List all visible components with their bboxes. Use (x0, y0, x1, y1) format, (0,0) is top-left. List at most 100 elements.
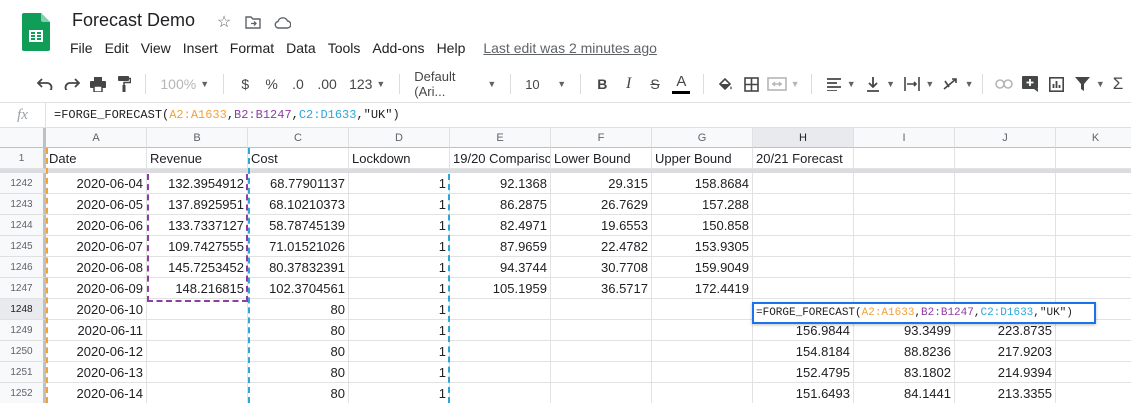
table-cell[interactable]: 80.37832391 (248, 257, 349, 278)
table-cell[interactable] (1056, 215, 1131, 236)
row-number[interactable]: 1244 (0, 215, 46, 236)
strikethrough-button[interactable]: S (644, 70, 666, 98)
table-cell[interactable]: 154.8184 (753, 341, 854, 362)
table-cell[interactable]: 1 (349, 194, 450, 215)
column-header[interactable]: D (349, 128, 450, 148)
table-cell[interactable] (652, 320, 753, 341)
move-to-folder-icon[interactable] (243, 12, 263, 32)
font-family-select[interactable]: Default (Ari... ▼ (408, 69, 502, 99)
column-header[interactable]: K (1056, 128, 1131, 148)
cloud-status-icon[interactable] (272, 12, 292, 32)
table-cell[interactable]: 2020-06-05 (46, 194, 147, 215)
fill-color-icon[interactable] (713, 70, 735, 98)
table-cell[interactable] (1056, 173, 1131, 194)
table-cell[interactable]: 80 (248, 362, 349, 383)
vertical-align-icon[interactable] (862, 70, 884, 98)
table-cell[interactable] (1056, 194, 1131, 215)
table-cell[interactable]: 86.2875 (450, 194, 551, 215)
table-cell[interactable] (147, 362, 248, 383)
table-cell[interactable] (450, 341, 551, 362)
table-cell[interactable]: 2020-06-06 (46, 215, 147, 236)
table-cell[interactable] (955, 194, 1056, 215)
row-number[interactable]: 1252 (0, 383, 46, 403)
menu-edit[interactable]: Edit (99, 40, 135, 56)
column-header[interactable]: E (450, 128, 551, 148)
table-cell[interactable]: 84.1441 (854, 383, 955, 403)
insert-chart-icon[interactable] (1045, 70, 1067, 98)
table-cell[interactable]: 1 (349, 383, 450, 403)
column-header[interactable]: A (46, 128, 147, 148)
table-cell[interactable]: 2020-06-10 (46, 299, 147, 320)
table-cell[interactable]: 133.7337127 (147, 215, 248, 236)
table-cell[interactable]: 1 (349, 236, 450, 257)
header-cell[interactable]: Lower Bound (551, 148, 652, 169)
table-cell[interactable]: 1 (349, 278, 450, 299)
table-cell[interactable]: 148.216815 (147, 278, 248, 299)
table-cell[interactable]: 105.1959 (450, 278, 551, 299)
table-cell[interactable] (551, 383, 652, 403)
active-cell-editor[interactable]: =FORGE_FORECAST(A2:A1633,B2:B1247,C2:D16… (752, 302, 1096, 324)
table-cell[interactable] (551, 299, 652, 320)
print-icon[interactable] (87, 70, 109, 98)
table-cell[interactable]: 2020-06-07 (46, 236, 147, 257)
table-cell[interactable] (753, 173, 854, 194)
document-title[interactable]: Forecast Demo (72, 10, 195, 31)
table-cell[interactable]: 68.10210373 (248, 194, 349, 215)
column-header[interactable]: H (753, 128, 854, 148)
font-size-select[interactable]: 10 ▼ (519, 70, 572, 98)
column-header[interactable]: I (854, 128, 955, 148)
table-cell[interactable] (854, 236, 955, 257)
bold-button[interactable]: B (591, 70, 613, 98)
menu-help[interactable]: Help (431, 40, 472, 56)
table-cell[interactable]: 152.4795 (753, 362, 854, 383)
table-cell[interactable]: 68.77901137 (248, 173, 349, 194)
column-header[interactable]: J (955, 128, 1056, 148)
menu-add-ons[interactable]: Add-ons (366, 40, 430, 56)
menu-insert[interactable]: Insert (177, 40, 224, 56)
table-cell[interactable] (551, 341, 652, 362)
filter-icon[interactable] (1072, 70, 1094, 98)
table-cell[interactable]: 2020-06-08 (46, 257, 147, 278)
menu-format[interactable]: Format (224, 40, 280, 56)
redo-icon[interactable] (60, 70, 82, 98)
table-cell[interactable]: 214.9394 (955, 362, 1056, 383)
header-cell[interactable] (1056, 148, 1131, 169)
table-cell[interactable]: 1 (349, 215, 450, 236)
row-number[interactable]: 1251 (0, 362, 46, 383)
table-cell[interactable]: 2020-06-04 (46, 173, 147, 194)
currency-format-button[interactable]: $ (234, 70, 256, 98)
table-cell[interactable]: 145.7253452 (147, 257, 248, 278)
table-cell[interactable] (652, 299, 753, 320)
table-cell[interactable] (1056, 236, 1131, 257)
table-cell[interactable]: 157.288 (652, 194, 753, 215)
table-cell[interactable]: 26.7629 (551, 194, 652, 215)
menu-tools[interactable]: Tools (322, 40, 367, 56)
table-cell[interactable]: 132.3954912 (147, 173, 248, 194)
table-cell[interactable] (551, 362, 652, 383)
header-cell[interactable] (955, 148, 1056, 169)
table-cell[interactable]: 71.01521026 (248, 236, 349, 257)
table-cell[interactable] (753, 278, 854, 299)
table-cell[interactable]: 159.9049 (652, 257, 753, 278)
table-cell[interactable]: 217.9203 (955, 341, 1056, 362)
table-cell[interactable] (854, 215, 955, 236)
table-cell[interactable] (450, 362, 551, 383)
table-cell[interactable] (955, 173, 1056, 194)
table-cell[interactable] (147, 383, 248, 403)
text-rotation-icon[interactable] (940, 70, 962, 98)
merge-cells-icon[interactable] (766, 70, 788, 98)
table-cell[interactable]: 19.6553 (551, 215, 652, 236)
table-cell[interactable] (551, 320, 652, 341)
table-cell[interactable] (753, 257, 854, 278)
decrease-decimal-button[interactable]: .0 (287, 70, 309, 98)
insert-comment-icon[interactable] (1019, 70, 1041, 98)
zoom-select[interactable]: 100% ▼ (154, 70, 215, 98)
header-cell[interactable]: Date (46, 148, 147, 169)
chevron-down-icon[interactable]: ▼ (965, 79, 974, 89)
sheets-logo-icon[interactable] (22, 13, 50, 51)
functions-icon[interactable]: Σ (1107, 70, 1129, 98)
horizontal-align-icon[interactable] (822, 70, 844, 98)
column-header[interactable]: F (551, 128, 652, 148)
chevron-down-icon[interactable]: ▼ (886, 79, 895, 89)
table-cell[interactable]: 80 (248, 299, 349, 320)
